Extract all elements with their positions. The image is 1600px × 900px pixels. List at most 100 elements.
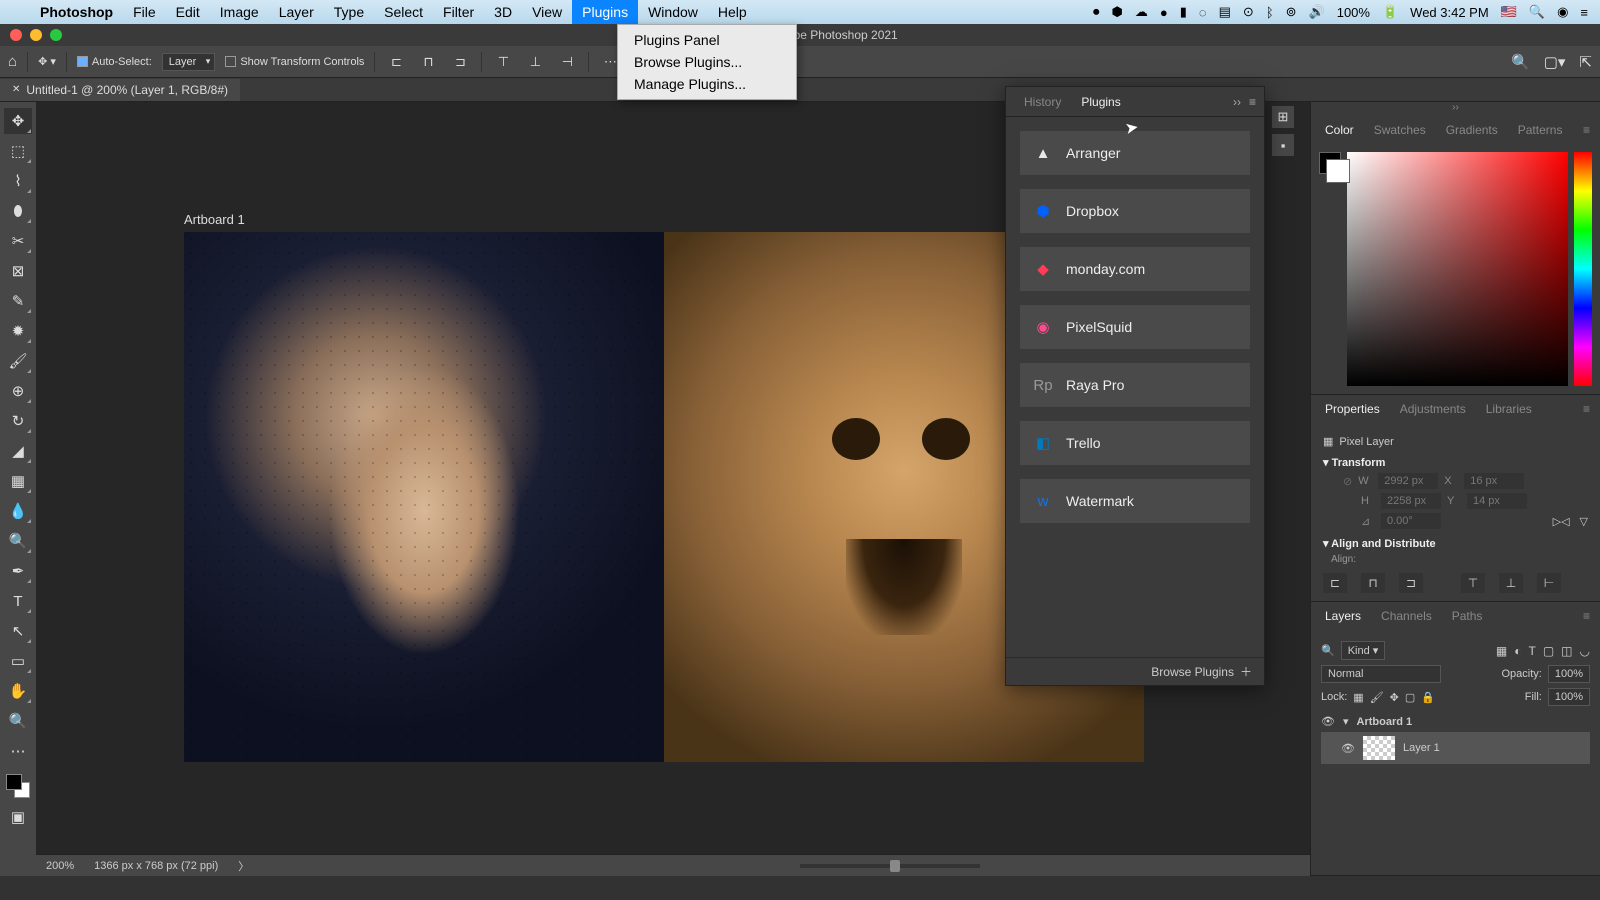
volume-tray-icon[interactable]: 🔊	[1309, 4, 1325, 20]
plugin-item[interactable]: ◆monday.com	[1020, 247, 1250, 291]
eyedropper-tool[interactable]: ✎	[4, 288, 32, 314]
tray-icon[interactable]: ●	[1160, 5, 1168, 20]
collapse-panels-icon[interactable]: ››	[1311, 102, 1600, 116]
menu-file[interactable]: File	[123, 0, 166, 24]
plugin-item[interactable]: ◧Trello	[1020, 421, 1250, 465]
dropdown-item[interactable]: Browse Plugins...	[618, 51, 796, 73]
visibility-icon[interactable]: 👁	[1321, 715, 1335, 728]
wifi-tray-icon[interactable]: ⊚	[1286, 4, 1297, 20]
healing-tool[interactable]: ✹	[4, 318, 32, 344]
pen-tool[interactable]: ✒	[4, 558, 32, 584]
history-brush-tool[interactable]: ↻	[4, 408, 32, 434]
align-vcenter-button[interactable]: ⊥	[1499, 573, 1523, 593]
tab-gradients[interactable]: Gradients	[1436, 117, 1508, 143]
align-hcenter-button[interactable]: ⊓	[1361, 573, 1385, 593]
tab-layers[interactable]: Layers	[1315, 603, 1371, 629]
x-input[interactable]: 16 px	[1464, 473, 1524, 489]
window-close-button[interactable]	[10, 29, 22, 41]
browse-plugins-link[interactable]: Browse Plugins ＋	[1006, 657, 1264, 685]
tab-libraries[interactable]: Libraries	[1476, 396, 1542, 422]
app-name[interactable]: Photoshop	[30, 4, 123, 20]
transform-section-toggle[interactable]: ▾ Transform	[1323, 456, 1588, 469]
filter-type-icon[interactable]: T	[1528, 644, 1535, 658]
selection-tool[interactable]: ⬮	[4, 198, 32, 224]
frame-tool[interactable]: ⊠	[4, 258, 32, 284]
color-swatches[interactable]	[4, 772, 32, 800]
flag-tray-icon[interactable]: 🇺🇸	[1501, 4, 1517, 20]
menu-window[interactable]: Window	[638, 0, 708, 24]
y-input[interactable]: 14 px	[1467, 493, 1527, 509]
angle-input[interactable]: 0.00°	[1381, 513, 1441, 529]
tab-color[interactable]: Color	[1315, 117, 1364, 143]
tray-icon[interactable]: ⊙	[1243, 4, 1254, 20]
align-section-toggle[interactable]: ▾ Align and Distribute	[1323, 537, 1588, 550]
dropdown-item[interactable]: Manage Plugins...	[618, 73, 796, 95]
tab-patterns[interactable]: Patterns	[1508, 117, 1573, 143]
workspace-icon[interactable]: ⇱	[1579, 53, 1592, 71]
search-icon[interactable]: 🔍	[1511, 53, 1530, 71]
filter-kind-select[interactable]: Kind ▾	[1341, 641, 1386, 660]
menu-layer[interactable]: Layer	[269, 0, 324, 24]
menu-filter[interactable]: Filter	[433, 0, 484, 24]
width-input[interactable]: 2992 px	[1378, 473, 1438, 489]
filter-icon[interactable]: 🔍	[1321, 644, 1335, 657]
shape-tool[interactable]: ▭	[4, 648, 32, 674]
eraser-tool[interactable]: ◢	[4, 438, 32, 464]
plugin-item[interactable]: ▲Arranger	[1020, 131, 1250, 175]
dodge-tool[interactable]: 🔍	[4, 528, 32, 554]
tray-icon[interactable]: ▤	[1219, 4, 1231, 20]
lock-pixels-icon[interactable]: 🖌	[1370, 691, 1384, 704]
user-tray-icon[interactable]: ◉	[1557, 4, 1568, 20]
align-right-icon[interactable]: ⊐	[449, 52, 471, 72]
bluetooth-tray-icon[interactable]: ᛒ	[1266, 5, 1274, 20]
marquee-tool[interactable]: ⬚	[4, 138, 32, 164]
control-center-icon[interactable]: ≡	[1580, 5, 1588, 20]
align-middle-icon[interactable]: ⊥	[524, 52, 546, 72]
close-tab-icon[interactable]: ✕	[12, 84, 20, 95]
more-tools[interactable]: ⋯	[4, 738, 32, 764]
spotlight-icon[interactable]: 🔍	[1529, 4, 1545, 20]
gradient-tool[interactable]: ▦	[4, 468, 32, 494]
filter-toggle-icon[interactable]: ◡	[1580, 644, 1590, 658]
color-field[interactable]	[1347, 152, 1568, 386]
align-left-button[interactable]: ⊏	[1323, 573, 1347, 593]
align-right-button[interactable]: ⊐	[1399, 573, 1423, 593]
cloud-tray-icon[interactable]: ☁	[1135, 4, 1148, 20]
filter-pixel-icon[interactable]: ▦	[1496, 644, 1507, 658]
artboard-label[interactable]: Artboard 1	[184, 212, 245, 227]
status-slider[interactable]	[800, 864, 980, 868]
fg-bg-swatch[interactable]	[1319, 152, 1341, 174]
document-tab[interactable]: ✕ Untitled-1 @ 200% (Layer 1, RGB/8#)	[0, 79, 240, 101]
hue-slider[interactable]	[1574, 152, 1592, 386]
filter-shape-icon[interactable]: ▢	[1543, 644, 1554, 658]
flip-h-icon[interactable]: ▷◁	[1553, 515, 1570, 528]
align-top-icon[interactable]: ⊤	[492, 52, 514, 72]
tray-icon[interactable]: ◌	[1199, 5, 1207, 20]
menu-type[interactable]: Type	[324, 0, 374, 24]
panel-tab-plugins[interactable]: Plugins	[1071, 89, 1130, 115]
menu-select[interactable]: Select	[374, 0, 433, 24]
view-mode-icon[interactable]: ▢▾	[1544, 53, 1566, 71]
blend-mode-select[interactable]: Normal	[1321, 665, 1441, 683]
clock[interactable]: Wed 3:42 PM	[1410, 5, 1489, 20]
align-top-button[interactable]: ⊤	[1461, 573, 1485, 593]
tray-icon[interactable]: ▮	[1180, 4, 1187, 20]
home-button[interactable]: ⌂	[8, 53, 17, 70]
menu-help[interactable]: Help	[708, 0, 757, 24]
hand-tool[interactable]: ✋	[4, 678, 32, 704]
plugin-item[interactable]: ◉PixelSquid	[1020, 305, 1250, 349]
disclosure-icon[interactable]: ▾	[1343, 715, 1349, 728]
align-left-icon[interactable]: ⊏	[385, 52, 407, 72]
window-zoom-button[interactable]	[50, 29, 62, 41]
zoom-tool[interactable]: 🔍	[4, 708, 32, 734]
doc-dimensions[interactable]: 1366 px x 768 px (72 ppi)	[94, 860, 218, 872]
move-tool[interactable]: ✥	[4, 108, 32, 134]
align-bottom-icon[interactable]: ⊣	[556, 52, 578, 72]
tab-swatches[interactable]: Swatches	[1364, 117, 1436, 143]
dock-icon[interactable]: ▪	[1272, 134, 1294, 156]
auto-select-target-select[interactable]: Layer	[162, 53, 216, 71]
dock-icon[interactable]: ⊞	[1272, 106, 1294, 128]
lock-all-icon[interactable]: 🔒	[1421, 691, 1435, 704]
panel-tab-history[interactable]: History	[1014, 89, 1071, 115]
filter-adjust-icon[interactable]: ◐	[1514, 644, 1521, 658]
